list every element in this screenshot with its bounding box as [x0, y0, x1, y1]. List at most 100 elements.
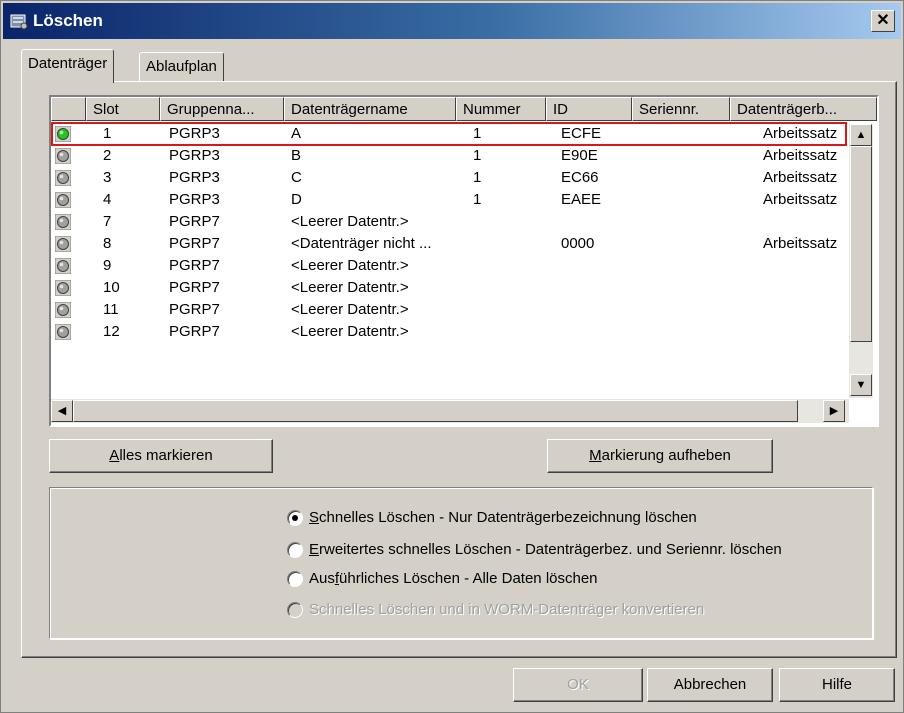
table-row[interactable]: 7 PGRP7 <Leerer Datentr.> [51, 211, 846, 233]
cell-desc: Arbeitssatz [763, 235, 838, 252]
cell-name: <Leerer Datentr.> [291, 323, 409, 340]
tab-label: Ablaufplan [146, 58, 217, 75]
column-header-serial[interactable]: Seriennr. [632, 97, 730, 121]
cell-group: PGRP7 [169, 213, 220, 230]
cell-nummer: 1 [473, 147, 482, 164]
cell-group: PGRP7 [169, 279, 220, 296]
arrow-right-icon: ▶ [829, 405, 839, 417]
cell-id: 0000 [561, 235, 595, 252]
cell-slot: 11 [103, 301, 119, 318]
table-row[interactable]: 3 PGRP3 C 1 EC66 Arbeitssatz [51, 167, 846, 189]
column-header-status[interactable] [51, 97, 86, 121]
status-offline-icon [55, 236, 71, 252]
cell-id: EC66 [561, 169, 599, 186]
tab-datentraeger[interactable]: Datenträger [21, 49, 115, 83]
radio-label: Erweitertes schnelles Löschen - Datenträ… [309, 541, 782, 558]
cell-name: D [291, 191, 302, 208]
radio-button[interactable] [287, 571, 303, 587]
scroll-thumb-horizontal[interactable] [73, 400, 798, 422]
ok-button[interactable]: OK [513, 668, 643, 702]
cell-group: PGRP7 [169, 257, 220, 274]
cell-group: PGRP3 [169, 147, 220, 164]
scroll-left-button[interactable]: ◀ [51, 400, 73, 422]
cell-slot: 4 [103, 191, 112, 208]
tape-library-icon [10, 14, 28, 30]
cell-group: PGRP3 [169, 169, 220, 186]
column-header-volume-name[interactable]: Datenträgername [284, 97, 456, 121]
cell-nummer: 1 [473, 191, 482, 208]
volume-list[interactable]: Slot Gruppenna... Datenträgername Nummer… [49, 95, 879, 427]
cell-name: C [291, 169, 302, 186]
cell-name: <Leerer Datentr.> [291, 279, 409, 296]
scroll-thumb[interactable] [850, 146, 872, 342]
scroll-up-button[interactable]: ▲ [850, 124, 872, 146]
cell-slot: 2 [103, 147, 112, 164]
status-offline-icon [55, 170, 71, 186]
cell-slot: 8 [103, 235, 112, 252]
radio-button[interactable] [287, 542, 303, 558]
cell-nummer: 1 [473, 125, 482, 142]
cell-name: <Datenträger nicht ... [291, 235, 432, 252]
cell-name: <Leerer Datentr.> [291, 257, 409, 274]
select-all-button[interactable]: Alles markieren [49, 439, 273, 473]
cell-group: PGRP3 [169, 125, 220, 142]
table-row[interactable]: 4 PGRP3 D 1 EAEE Arbeitssatz [51, 189, 846, 211]
status-online-icon [55, 126, 71, 142]
deselect-button[interactable]: Markierung aufheben [547, 439, 773, 473]
cell-id: EAEE [561, 191, 602, 208]
cell-desc: Arbeitssatz [763, 191, 838, 208]
radio-button[interactable] [287, 510, 303, 526]
table-row[interactable]: 11 PGRP7 <Leerer Datentr.> [51, 299, 846, 321]
column-header-description[interactable]: Datenträgerb... [730, 97, 877, 121]
status-offline-icon [55, 214, 71, 230]
vertical-scrollbar[interactable]: ▲ ▼ [849, 124, 873, 398]
cell-slot: 10 [103, 279, 120, 296]
tab-label: Datenträger [28, 55, 108, 72]
radio-label: Ausführliches Löschen - Alle Daten lösch… [309, 570, 598, 587]
table-row[interactable]: 9 PGRP7 <Leerer Datentr.> [51, 255, 846, 277]
table-header: Slot Gruppenna... Datenträgername Nummer… [51, 97, 877, 123]
close-icon: ✕ [876, 12, 890, 29]
window-title: Löschen [33, 11, 103, 30]
radio-label: Schnelles Löschen - Nur Datenträgerbezei… [309, 509, 697, 526]
title-bar: Löschen ✕ [3, 3, 901, 39]
table-row[interactable]: 10 PGRP7 <Leerer Datentr.> [51, 277, 846, 299]
horizontal-scrollbar[interactable]: ◀ ▶ [51, 399, 849, 423]
table-row[interactable]: 2 PGRP3 B 1 E90E Arbeitssatz [51, 145, 846, 167]
help-button[interactable]: Hilfe [779, 668, 895, 702]
table-row[interactable]: 12 PGRP7 <Leerer Datentr.> [51, 321, 846, 343]
cell-slot: 9 [103, 257, 112, 274]
arrow-left-icon: ◀ [57, 405, 67, 417]
scroll-down-button[interactable]: ▼ [850, 374, 872, 396]
cell-slot: 1 [103, 125, 112, 142]
cancel-button[interactable]: Abbrechen [647, 668, 773, 702]
cell-desc: Arbeitssatz [763, 147, 838, 164]
radio-button [287, 602, 303, 618]
status-offline-icon [55, 258, 71, 274]
status-offline-icon [55, 148, 71, 164]
cell-name: B [291, 147, 302, 164]
table-row[interactable]: 1 PGRP3 A 1 ECFE Arbeitssatz [51, 123, 846, 145]
cell-name: <Leerer Datentr.> [291, 301, 409, 318]
cell-slot: 12 [103, 323, 120, 340]
cell-nummer: 1 [473, 169, 482, 186]
cell-group: PGRP7 [169, 301, 220, 318]
status-offline-icon [55, 324, 71, 340]
cell-group: PGRP7 [169, 235, 220, 252]
radio-label: Schnelles Löschen und in WORM-Datenträge… [309, 601, 705, 618]
column-header-number[interactable]: Nummer [456, 97, 546, 121]
cell-desc: Arbeitssatz [763, 125, 838, 142]
tab-ablaufplan[interactable]: Ablaufplan [139, 52, 224, 83]
cell-name: A [291, 125, 302, 142]
delete-dialog: Löschen ✕ Datenträger Ablaufplan Slot Gr… [0, 0, 904, 713]
column-header-id[interactable]: ID [546, 97, 632, 121]
scroll-right-button[interactable]: ▶ [823, 400, 845, 422]
cell-name: <Leerer Datentr.> [291, 213, 409, 230]
status-offline-icon [55, 302, 71, 318]
status-offline-icon [55, 280, 71, 296]
column-header-group[interactable]: Gruppenna... [160, 97, 284, 121]
column-header-slot[interactable]: Slot [86, 97, 160, 121]
cell-desc: Arbeitssatz [763, 169, 838, 186]
close-button[interactable]: ✕ [871, 10, 895, 32]
table-row[interactable]: 8 PGRP7 <Datenträger nicht ... 0000 Arbeitss… [51, 233, 846, 255]
